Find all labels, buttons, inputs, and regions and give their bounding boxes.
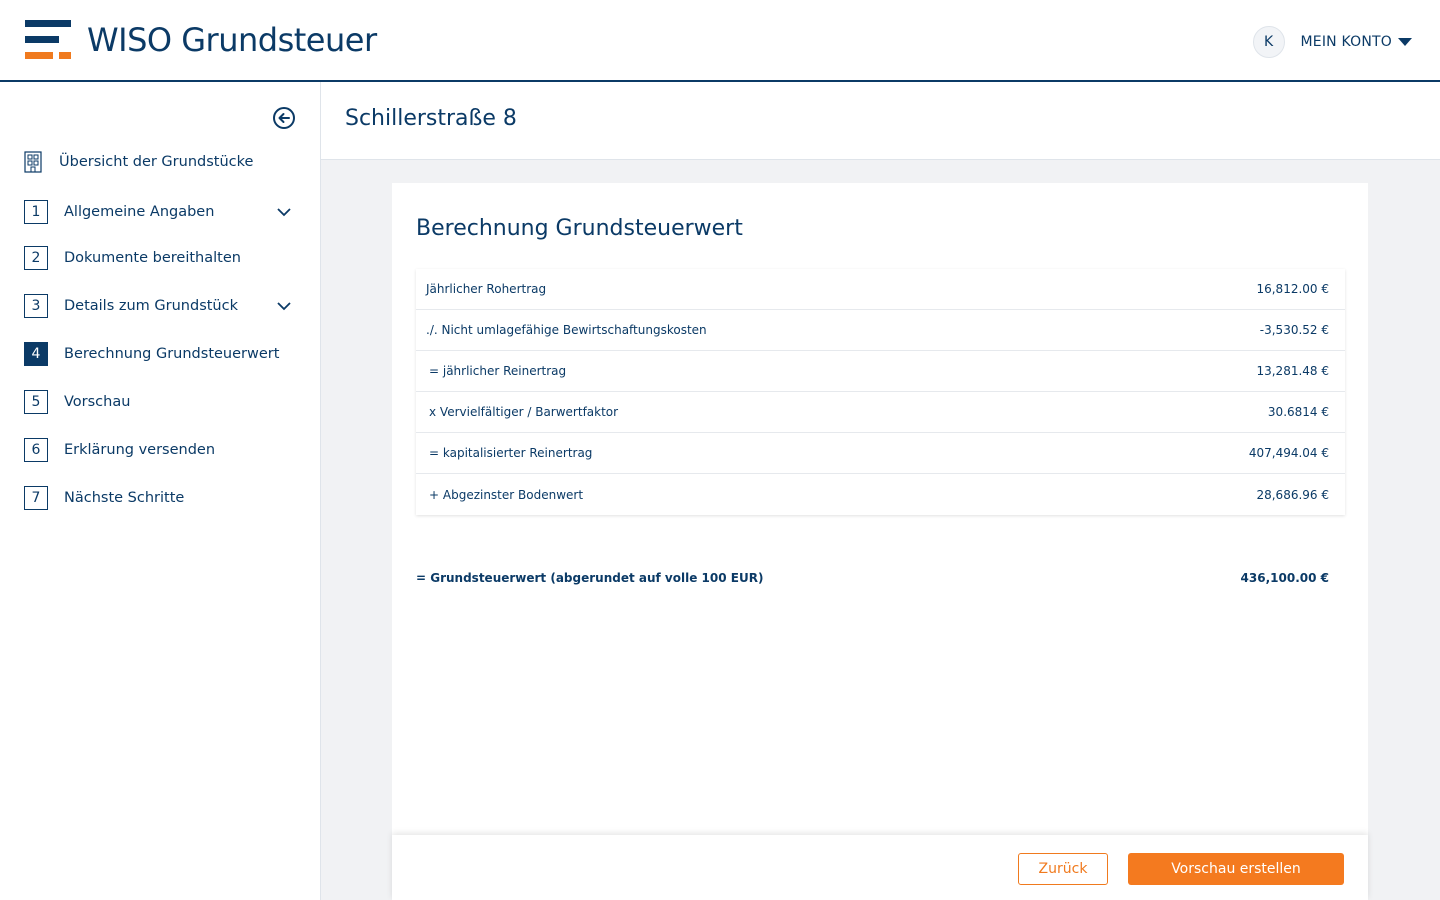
- row-value: -3,530.52 €: [1259, 323, 1329, 337]
- table-row: ./. Nicht umlagefähige Bewirtschaftungsk…: [416, 310, 1345, 351]
- create-preview-button[interactable]: Vorschau erstellen: [1128, 853, 1344, 885]
- step-number: 3: [24, 294, 48, 318]
- row-label: ./. Nicht umlagefähige Bewirtschaftungsk…: [426, 323, 707, 337]
- total-row: = Grundsteuerwert (abgerundet auf volle …: [416, 571, 1329, 585]
- collapse-sidebar-icon[interactable]: [272, 106, 296, 130]
- step-number: 5: [24, 390, 48, 414]
- sidebar: Übersicht der Grundstücke 1 Allgemeine A…: [0, 82, 321, 900]
- account-menu[interactable]: K MEIN KONTO: [1252, 26, 1412, 58]
- sidebar-item-label: Erklärung versenden: [64, 442, 216, 458]
- title-bar: Schillerstraße 8: [321, 82, 1440, 160]
- sidebar-item-label: Nächste Schritte: [64, 490, 185, 506]
- step-number: 7: [24, 486, 48, 510]
- action-bar: Zurück Vorschau erstellen: [392, 835, 1368, 900]
- back-button[interactable]: Zurück: [1018, 853, 1108, 885]
- step-number: 6: [24, 438, 48, 462]
- main-content: Schillerstraße 8 Berechnung Grundsteuerw…: [321, 82, 1440, 900]
- step-number: 2: [24, 246, 48, 270]
- step-number: 1: [24, 200, 48, 224]
- row-value: 16,812.00 €: [1256, 282, 1329, 296]
- row-value: 407,494.04 €: [1248, 446, 1329, 460]
- sidebar-item-label: Berechnung Grundsteuerwert: [64, 346, 280, 362]
- row-label: = jährlicher Reinertrag: [429, 364, 567, 378]
- table-row: = kapitalisierter Reinertrag 407,494.04 …: [416, 433, 1345, 474]
- sidebar-item-berechnung[interactable]: 4 Berechnung Grundsteuerwert: [24, 340, 304, 368]
- sidebar-item-label: Vorschau: [64, 394, 131, 410]
- total-value: 436,100.00 €: [1240, 571, 1329, 585]
- total-label: = Grundsteuerwert (abgerundet auf volle …: [416, 571, 764, 585]
- row-value: 13,281.48 €: [1256, 364, 1329, 378]
- logo-mark-icon: [25, 20, 73, 60]
- sidebar-item-label: Dokumente bereithalten: [64, 250, 241, 266]
- table-row: Jährlicher Rohertrag 16,812.00 €: [416, 269, 1345, 310]
- sidebar-item-label: Übersicht der Grundstücke: [59, 154, 254, 170]
- row-value: 30.6814 €: [1267, 405, 1329, 419]
- account-label[interactable]: MEIN KONTO: [1301, 34, 1392, 50]
- row-label: Jährlicher Rohertrag: [426, 282, 547, 296]
- sidebar-item-naechste-schritte[interactable]: 7 Nächste Schritte: [24, 484, 304, 512]
- app-logo[interactable]: WISO Grundsteuer: [25, 20, 377, 60]
- sidebar-item-dokumente[interactable]: 2 Dokumente bereithalten: [24, 244, 304, 272]
- sidebar-item-details-grundstueck[interactable]: 3 Details zum Grundstück: [24, 292, 304, 320]
- table-row: + Abgezinster Bodenwert 28,686.96 €: [416, 474, 1345, 515]
- sidebar-item-overview[interactable]: Übersicht der Grundstücke: [24, 148, 304, 176]
- chevron-down-icon[interactable]: [276, 204, 292, 220]
- row-label: = kapitalisierter Reinertrag: [429, 446, 593, 460]
- sidebar-item-allgemeine-angaben[interactable]: 1 Allgemeine Angaben: [24, 198, 304, 226]
- step-number: 4: [24, 342, 48, 366]
- card-title: Berechnung Grundsteuerwert: [416, 216, 743, 241]
- table-row: x Vervielfältiger / Barwertfaktor 30.681…: [416, 392, 1345, 433]
- sidebar-item-erklaerung-versenden[interactable]: 6 Erklärung versenden: [24, 436, 304, 464]
- calculation-card: Berechnung Grundsteuerwert Jährlicher Ro…: [392, 183, 1368, 900]
- row-label: + Abgezinster Bodenwert: [429, 487, 584, 502]
- sidebar-item-label: Allgemeine Angaben: [64, 204, 215, 220]
- calculation-table: Jährlicher Rohertrag 16,812.00 € ./. Nic…: [416, 269, 1345, 515]
- logo-text: WISO Grundsteuer: [87, 21, 377, 59]
- app-header: WISO Grundsteuer K MEIN KONTO: [0, 0, 1440, 82]
- row-label: x Vervielfältiger / Barwertfaktor: [429, 405, 619, 419]
- sidebar-item-label: Details zum Grundstück: [64, 298, 238, 314]
- building-icon: [24, 151, 42, 173]
- sidebar-item-vorschau[interactable]: 5 Vorschau: [24, 388, 304, 416]
- page-title: Schillerstraße 8: [345, 106, 517, 131]
- caret-down-icon[interactable]: [1398, 38, 1412, 46]
- row-value: 28,686.96 €: [1256, 487, 1329, 502]
- table-row: = jährlicher Reinertrag 13,281.48 €: [416, 351, 1345, 392]
- avatar[interactable]: K: [1252, 26, 1285, 58]
- chevron-down-icon[interactable]: [276, 298, 292, 314]
